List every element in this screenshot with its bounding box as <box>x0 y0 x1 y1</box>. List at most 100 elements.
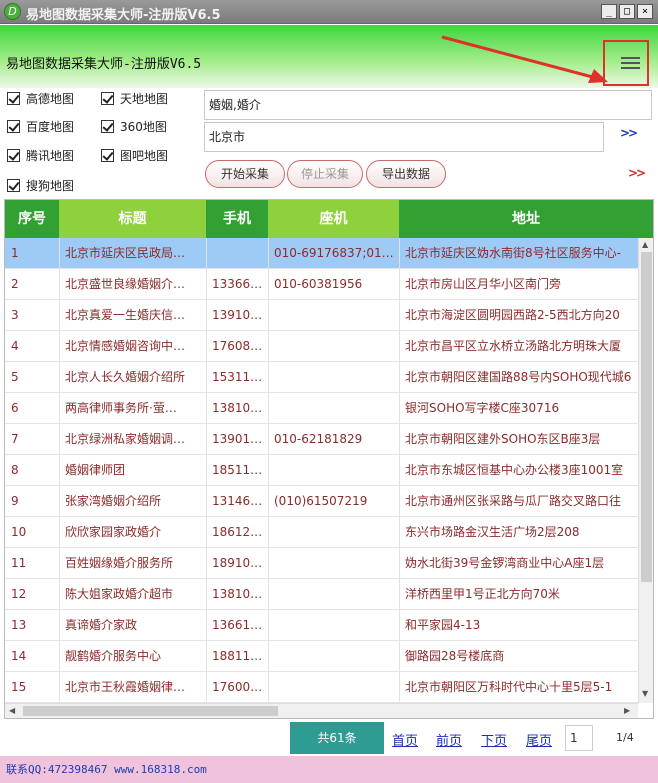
vertical-scroll-thumb[interactable] <box>641 252 652 582</box>
cell-title: 张家湾婚姻介绍所 <box>65 494 162 508</box>
city-input[interactable]: 北京市 <box>204 122 604 152</box>
table-row[interactable]: 14 靓鹤婚介服务中心 18811… 御路园28号楼底商 <box>5 641 638 672</box>
cell-title: 北京市王秋霞婚姻律… <box>65 680 186 694</box>
last-page-link[interactable]: 尾页 <box>526 730 552 749</box>
table-row[interactable]: 2 北京盛世良缘婚姻介… 13366… 010-60381956 北京市房山区月华小区南… <box>5 269 638 300</box>
table-row[interactable]: 15 北京市王秋霞婚姻律… 17600… 北京市朝阳区万科时代中心十里5层5-1 <box>5 672 638 703</box>
column-header-address[interactable]: 地址 <box>399 200 653 238</box>
scroll-up-icon[interactable]: ▲ <box>642 240 648 249</box>
column-header-index[interactable]: 序号 <box>5 200 59 238</box>
cell-mobile <box>206 238 268 269</box>
vertical-scrollbar[interactable]: ▲ ▼ <box>638 238 653 703</box>
checkbox-icon <box>101 92 114 105</box>
cell-index: 9 <box>11 494 19 508</box>
expand-city-button[interactable]: >> <box>620 126 638 140</box>
next-page-link[interactable]: 下页 <box>481 730 507 749</box>
cell-mobile: 15311… <box>212 370 263 384</box>
cell-title: 北京盛世良缘婚姻介… <box>65 277 186 291</box>
scroll-left-icon[interactable]: ◀ <box>9 706 15 715</box>
column-divider <box>206 238 207 703</box>
cell-mobile: 13366… <box>212 277 263 291</box>
cell-phone <box>268 393 399 424</box>
cell-title: 北京情感婚姻咨询中… <box>65 339 186 353</box>
cell-mobile: 13146… <box>212 494 263 508</box>
table-row[interactable]: 7 北京绿洲私家婚姻调… 13901… 010-62181829 北京市朝阳区建外SOH… <box>5 424 638 455</box>
scroll-right-icon[interactable]: ▶ <box>624 706 630 715</box>
keywords-input[interactable]: 婚姻,婚介 <box>204 90 652 120</box>
first-page-link[interactable]: 首页 <box>392 730 418 749</box>
export-data-button[interactable]: 导出数据 <box>366 160 446 188</box>
cell-address: 银河SOHO写字楼C座30716 <box>405 401 560 415</box>
menu-button[interactable] <box>603 40 649 86</box>
cell-index: 3 <box>11 308 19 322</box>
cell-address: 北京市东城区恒基中心办公楼3座1001室 <box>405 463 624 477</box>
cell-phone <box>268 455 399 486</box>
minimize-button[interactable]: _ <box>601 4 617 19</box>
cell-phone <box>268 331 399 362</box>
column-divider <box>59 238 60 703</box>
cell-address: 北京市通州区张采路与瓜厂路交叉路口往 <box>405 494 622 508</box>
cell-index: 5 <box>11 370 19 384</box>
hamburger-icon <box>621 67 640 69</box>
column-header-title[interactable]: 标题 <box>59 200 206 238</box>
source-gaode-checkbox[interactable]: 高德地图 <box>7 90 74 107</box>
cell-title: 欣欣家园家政婚介 <box>65 525 162 539</box>
window-title: 易地图数据采集大师-注册版V6.5 <box>26 8 221 23</box>
table-row[interactable]: 4 北京情感婚姻咨询中… 17608… 北京市昌平区立水桥立汤路北方明珠大厦 <box>5 331 638 362</box>
cell-phone <box>268 672 399 703</box>
hamburger-icon <box>621 62 640 64</box>
table-row[interactable]: 8 婚姻律师团 18511… 北京市东城区恒基中心办公楼3座1001室 <box>5 455 638 486</box>
table-row[interactable]: 6 两高律师事务所·萤… 13810… 银河SOHO写字楼C座30716 <box>5 393 638 424</box>
checkbox-icon <box>7 92 20 105</box>
cell-phone: 010-69176837;01… <box>274 246 394 260</box>
column-header-mobile[interactable]: 手机 <box>206 200 268 238</box>
cell-index: 11 <box>11 556 27 570</box>
close-button[interactable]: × <box>637 4 653 19</box>
cell-index: 12 <box>11 587 27 601</box>
cell-address: 御路园28号楼底商 <box>405 649 505 663</box>
maximize-button[interactable]: □ <box>619 4 635 19</box>
source-sogou-checkbox[interactable]: 搜狗地图 <box>7 177 74 194</box>
scroll-down-icon[interactable]: ▼ <box>642 689 648 698</box>
horizontal-scrollbar[interactable]: ◀ ▶ <box>5 703 638 718</box>
table-row[interactable]: 5 北京人长久婚姻介绍所 15311… 北京市朝阳区建国路88号内SOHO现代城6 <box>5 362 638 393</box>
table-row[interactable]: 9 张家湾婚姻介绍所 13146… (010)61507219 北京市通州区张采路与瓜厂… <box>5 486 638 517</box>
cell-phone <box>268 579 399 610</box>
source-360-checkbox[interactable]: 360地图 <box>101 118 167 135</box>
cell-address: 洋桥西里甲1号正北方向70米 <box>405 587 560 601</box>
cell-mobile: 13810… <box>212 587 263 601</box>
table-row[interactable]: 1 北京市延庆区民政局… 010-69176837;01… 北京市延庆区妫水南街8号社… <box>5 238 638 269</box>
source-tianditu-checkbox[interactable]: 天地地图 <box>101 90 168 107</box>
cell-mobile: 13910… <box>212 308 263 322</box>
table-row[interactable]: 10 欣欣家园家政婚介 18612… 东兴市场路金汉生活广场2层208 <box>5 517 638 548</box>
cell-title: 真谛婚介家政 <box>65 618 138 632</box>
stop-collect-button[interactable]: 停止采集 <box>287 160 363 188</box>
cell-address: 和平家园4-13 <box>405 618 481 632</box>
cell-address: 北京市朝阳区建国路88号内SOHO现代城6 <box>405 370 632 384</box>
checkbox-label: 天地地图 <box>120 92 169 106</box>
start-collect-button[interactable]: 开始采集 <box>205 160 285 188</box>
prev-page-link[interactable]: 前页 <box>436 730 462 749</box>
cell-title: 靓鹤婚介服务中心 <box>65 649 162 663</box>
cell-phone <box>268 610 399 641</box>
source-tencent-checkbox[interactable]: 腾讯地图 <box>7 147 74 164</box>
cell-address: 北京市海淀区圆明园西路2-5西北方向20 <box>405 308 620 322</box>
expand-options-button[interactable]: >> <box>628 166 646 180</box>
table-row[interactable]: 13 真谛婚介家政 13661… 和平家园4-13 <box>5 610 638 641</box>
page-count: 1/4 <box>616 731 634 744</box>
source-mapbar-checkbox[interactable]: 图吧地图 <box>101 147 168 164</box>
column-header-phone[interactable]: 座机 <box>268 200 399 238</box>
cell-mobile: 13661… <box>212 618 263 632</box>
horizontal-scroll-thumb[interactable] <box>23 706 278 716</box>
cell-index: 1 <box>11 246 19 260</box>
table-row[interactable]: 12 陈大姐家政婚介超市 13810… 洋桥西里甲1号正北方向70米 <box>5 579 638 610</box>
total-count: 共61条 <box>290 722 384 754</box>
hamburger-icon <box>621 57 640 59</box>
checkbox-icon <box>101 149 114 162</box>
cell-index: 14 <box>11 649 27 663</box>
source-baidu-checkbox[interactable]: 百度地图 <box>7 118 74 135</box>
cell-mobile: 13810… <box>212 401 263 415</box>
page-number-input[interactable]: 1 <box>565 725 593 751</box>
table-row[interactable]: 3 北京真爱一生婚庆信… 13910… 北京市海淀区圆明园西路2-5西北方向20 <box>5 300 638 331</box>
table-row[interactable]: 11 百姓姻缘婚介服务所 18910… 妫水北街39号金锣湾商业中心A座1层 <box>5 548 638 579</box>
